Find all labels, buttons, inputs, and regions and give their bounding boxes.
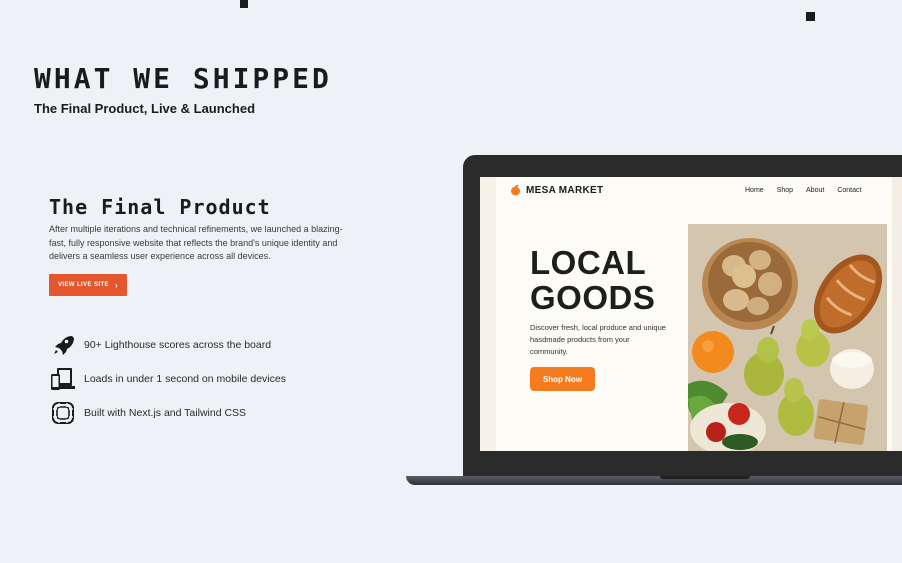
frame-icon [50, 400, 76, 426]
section-title: WHAT WE SHIPPED [34, 62, 332, 95]
product-title: The Final Product [49, 195, 271, 219]
product-description: After multiple iterations and technical … [49, 224, 343, 261]
view-live-site-button[interactable]: VIEW LIVE SITE › [49, 274, 127, 296]
hero-title-line: LOCAL [530, 244, 647, 281]
site-nav: Home Shop About Contact [745, 187, 861, 194]
hero-title-line: GOODS [530, 279, 656, 316]
feature-list: 90+ Lighthouse scores across the board L… [50, 328, 286, 430]
feature-item: 90+ Lighthouse scores across the board [50, 328, 286, 362]
view-live-site-label: VIEW LIVE SITE [57, 282, 109, 288]
site-nav-shop[interactable]: Shop [777, 187, 793, 194]
produce-photo [688, 224, 887, 451]
site-nav-about[interactable]: About [806, 187, 824, 194]
site-brand: MESA MARKET [526, 185, 604, 196]
site-logo: MESA MARKET [510, 185, 603, 196]
feature-item: Built with Next.js and Tailwind CSS [50, 396, 286, 430]
laptop-notch [660, 476, 750, 479]
hero-description: Discover fresh, local produce and unique… [530, 323, 666, 356]
chevron-right-icon: › [114, 280, 119, 290]
orange-logo-icon [511, 185, 520, 196]
shop-now-button[interactable]: Shop Now [530, 367, 595, 391]
section-subtitle: The Final Product, Live & Launched [34, 101, 256, 116]
rocket-icon [50, 332, 76, 358]
decorative-pixel [806, 12, 815, 21]
feature-item: Loads in under 1 second on mobile device… [50, 362, 286, 396]
site-nav-contact[interactable]: Contact [837, 187, 861, 194]
feature-text: Loads in under 1 second on mobile device… [84, 373, 286, 385]
decorative-pixel [240, 0, 248, 8]
devices-icon [50, 366, 76, 392]
website-preview: MESA MARKET Home Shop About Contact LOCA… [480, 177, 902, 451]
preview-margin [892, 177, 902, 451]
preview-margin [480, 177, 496, 451]
feature-text: 90+ Lighthouse scores across the board [84, 339, 272, 351]
feature-text: Built with Next.js and Tailwind CSS [84, 407, 247, 419]
site-nav-home[interactable]: Home [745, 187, 764, 194]
hero-title: LOCAL GOODS [530, 245, 655, 315]
laptop-base [406, 476, 902, 485]
